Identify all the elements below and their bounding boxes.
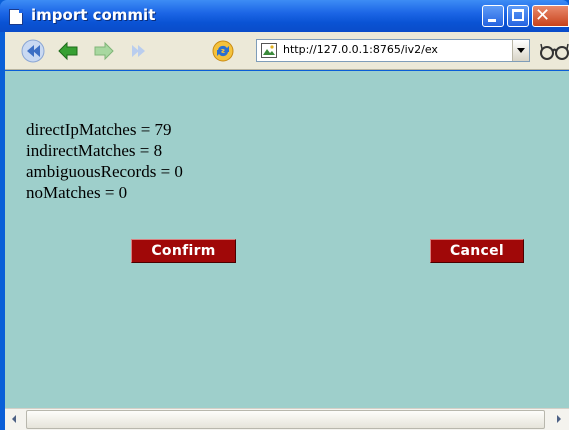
view-glasses-icon[interactable] [538,38,569,64]
address-bar[interactable]: http://127.0.0.1:8765/iv2/ex [256,39,530,62]
url-text[interactable]: http://127.0.0.1:8765/iv2/ex [283,43,509,56]
page-content: directIpMatches = 79 indirectMatches = 8… [5,71,569,408]
back-button[interactable] [55,38,81,64]
horizontal-scrollbar[interactable] [5,408,569,430]
no-matches: noMatches = 0 [26,183,128,202]
scroll-thumb[interactable] [26,410,545,429]
scroll-left-icon[interactable] [5,409,25,430]
minimize-icon [488,19,496,22]
window-title: import commit [31,6,156,24]
rewind-button[interactable] [20,38,46,64]
forward-icon [94,41,114,61]
title-bar[interactable]: import commit ✕ [0,0,569,32]
browser-window: import commit ✕ http://127.0.0.1:8765/iv… [0,0,569,430]
chevron-down-icon[interactable] [512,40,529,61]
reload-button[interactable] [210,38,236,64]
results-summary: directIpMatches = 79 indirectMatches = 8… [26,119,183,203]
indirect-matches: indirectMatches = 8 [26,141,163,160]
direct-ip-matches: directIpMatches = 79 [26,120,172,139]
close-button[interactable]: ✕ [532,5,569,27]
fast-forward-icon [132,45,145,57]
navigation-toolbar: http://127.0.0.1:8765/iv2/ex [5,32,569,70]
ambiguous-records: ambiguousRecords = 0 [26,162,183,181]
minimize-button[interactable] [482,5,504,27]
scroll-right-icon[interactable] [549,409,569,430]
close-icon: ✕ [535,5,551,26]
confirm-button[interactable]: Confirm [131,239,236,263]
maximize-button[interactable] [507,5,529,27]
cancel-button[interactable]: Cancel [430,239,524,263]
rewind-icon [21,39,45,63]
reload-icon [212,40,234,62]
page-icon [9,9,23,25]
fast-forward-button[interactable] [126,38,152,64]
forward-button[interactable] [91,38,117,64]
back-icon [58,41,78,61]
page-image-icon [261,43,277,58]
maximize-icon [512,9,524,21]
